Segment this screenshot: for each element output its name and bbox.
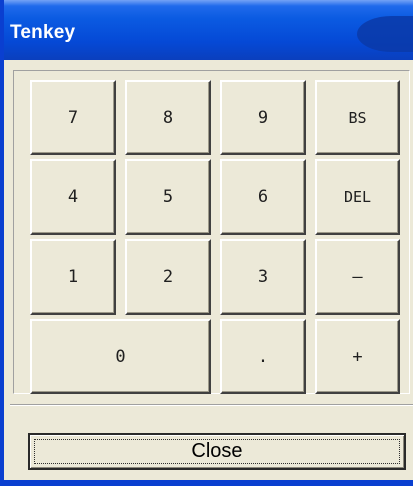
title-bar-decoration bbox=[357, 16, 413, 52]
key-minus[interactable]: – bbox=[315, 239, 400, 315]
key-3[interactable]: 3 bbox=[220, 239, 306, 315]
key-8[interactable]: 8 bbox=[125, 80, 211, 155]
window-bottom-border bbox=[4, 480, 413, 486]
window-title: Tenkey bbox=[10, 22, 76, 43]
key-5[interactable]: 5 bbox=[125, 159, 211, 235]
tenkey-window: Tenkey 7 8 9 BS 4 5 6 DEL 1 2 3 – 0 . + … bbox=[0, 0, 413, 486]
key-1[interactable]: 1 bbox=[30, 239, 116, 315]
key-6[interactable]: 6 bbox=[220, 159, 306, 235]
title-bar-sheen bbox=[4, 0, 413, 6]
close-button[interactable]: Close bbox=[28, 433, 406, 470]
key-2[interactable]: 2 bbox=[125, 239, 211, 315]
close-button-label: Close bbox=[191, 440, 243, 462]
title-bar[interactable]: Tenkey bbox=[4, 0, 413, 60]
key-4[interactable]: 4 bbox=[30, 159, 116, 235]
key-delete[interactable]: DEL bbox=[315, 159, 400, 235]
key-7[interactable]: 7 bbox=[30, 80, 116, 155]
footer-divider bbox=[10, 404, 413, 406]
key-plus[interactable]: + bbox=[315, 319, 400, 394]
key-decimal-point[interactable]: . bbox=[220, 319, 306, 394]
key-0[interactable]: 0 bbox=[30, 319, 211, 394]
key-backspace[interactable]: BS bbox=[315, 80, 400, 155]
key-9[interactable]: 9 bbox=[220, 80, 306, 155]
